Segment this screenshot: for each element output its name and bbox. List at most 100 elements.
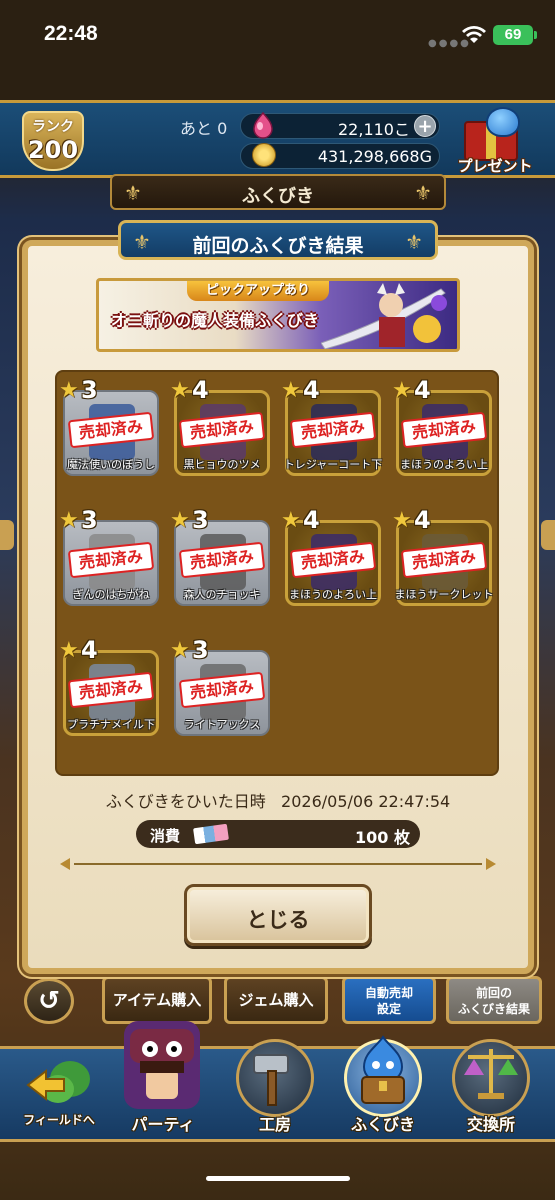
nav-exchange-label: 交換所 [466, 1115, 515, 1134]
result-item[interactable]: ★ 4 売却済み プラチナメイル下 [59, 634, 163, 752]
item-name: まほうサークレット [394, 588, 494, 601]
rank-label: ランク [32, 119, 74, 135]
dialog-title-text: 前回のふくびき結果 [192, 235, 364, 257]
auto-sell-label-1: 自動売却 [364, 986, 413, 1000]
nav-fukubiki-label: ふくびき [350, 1115, 415, 1134]
gem-buy-button[interactable]: ジェム購入 [224, 976, 328, 1024]
wifi-icon [462, 26, 486, 43]
screen-title-text: ふくびき [242, 186, 314, 207]
draw-date-label: ふくびきをひいた日時 [105, 792, 266, 811]
rank-value: 200 [27, 136, 79, 164]
item-name: まほうのよろい上 [289, 588, 377, 601]
item-star-rank: 3 [81, 506, 98, 534]
status-time: 22:48 [44, 22, 98, 45]
nav-workshop-label: 工房 [258, 1115, 291, 1134]
ticket-icon [193, 823, 229, 845]
item-name: プラチナメイル下 [67, 718, 155, 731]
item-name: トレジャーコート下 [283, 458, 383, 471]
star-icon: ★ [281, 508, 301, 533]
nav-workshop[interactable]: 工房 [222, 1039, 322, 1145]
result-item[interactable]: ★ 4 売却済み まほうのよろい上 [281, 504, 385, 622]
cost-bar: 消費 100 枚 [136, 820, 420, 848]
star-icon: ★ [392, 378, 412, 403]
result-item[interactable]: ★ 3 売却済み 森人のチョッキ [170, 504, 274, 622]
bottom-nav: フィールドへ パーティ 工房 ふくびき 交換所 [0, 1021, 555, 1145]
fleur-icon: ⚜ [414, 181, 432, 205]
result-item[interactable]: ★ 4 売却済み トレジャーコート下 [281, 374, 385, 492]
present-label: プレゼント [457, 157, 533, 175]
remaining-count: あと 0 [180, 119, 228, 138]
nav-party-label: パーティ [131, 1115, 195, 1134]
result-item[interactable]: ★ 3 売却済み 魔法使いのぼうし [59, 374, 163, 492]
auto-sell-button[interactable]: 自動売却 設定 [342, 976, 436, 1024]
draw-datetime: ふくびきをひいた日時 2026/05/06 22:47:54 [60, 788, 496, 812]
nav-fukubiki[interactable]: ふくびき [330, 1035, 430, 1145]
rank-badge[interactable]: ランク 200 [22, 111, 84, 171]
nav-party[interactable]: パーティ [110, 1021, 210, 1145]
close-button-label: とじる [246, 908, 310, 932]
next-arrow[interactable] [541, 520, 555, 550]
banner-title: オニ斬りの魔人装備ふくびき [111, 311, 320, 330]
prev-result-button[interactable]: 前回の ふくびき結果 [446, 976, 542, 1024]
nav-exchange[interactable]: 交換所 [438, 1039, 538, 1145]
fukubiki-banner: ピックアップあり オニ斬りの魔人装備ふくびき [96, 278, 460, 352]
star-icon: ★ [170, 638, 190, 663]
star-icon: ★ [281, 378, 301, 403]
result-item[interactable]: ★ 4 売却済み まほうのよろい上 [392, 374, 496, 492]
item-star-rank: 4 [414, 506, 431, 534]
item-name: 黒ヒョウのツメ [183, 458, 261, 471]
sub-button-row: ↺ アイテム購入 ジェム購入 自動売却 設定 前回の ふくびき結果 [0, 976, 555, 1040]
star-icon: ★ [170, 508, 190, 533]
party-avatar-icon [124, 1021, 200, 1109]
back-button[interactable]: ↺ [24, 978, 74, 1024]
result-item[interactable]: ★ 4 売却済み まほうサークレット [392, 504, 496, 622]
cost-label: 消費 [150, 827, 181, 845]
nav-field[interactable]: フィールドへ [6, 1049, 106, 1145]
ornament-divider [60, 858, 496, 870]
item-name: 魔法使いのぼうし [67, 458, 155, 471]
item-buy-button[interactable]: アイテム購入 [102, 976, 212, 1024]
field-arrow-icon [26, 1061, 90, 1103]
present-button[interactable]: プレゼント [446, 107, 544, 179]
close-button[interactable]: とじる [184, 884, 372, 946]
header-bar: ランク 200 あと 0 22,110こ + 431,298,668G プレゼン… [0, 100, 555, 178]
gold-coin-icon [252, 143, 276, 167]
hammer-icon [253, 1054, 289, 1106]
item-name: ライトアックス [183, 718, 261, 731]
prev-result-label-2: ふくびき結果 [457, 1002, 530, 1016]
result-item[interactable]: ★ 4 売却済み 黒ヒョウのツメ [170, 374, 274, 492]
item-star-rank: 3 [192, 636, 209, 664]
gold-value: 431,298,668G [317, 147, 432, 166]
dialog-title: ⚜ 前回のふくびき結果 ⚜ [118, 220, 438, 260]
result-item[interactable]: ★ 3 売却済み ライトアックス [170, 634, 274, 752]
gem-buy-label: ジェム購入 [238, 991, 314, 1009]
item-name: 森人のチョッキ [183, 588, 261, 601]
slime-chest-icon [361, 1035, 405, 1104]
item-star-rank: 3 [192, 506, 209, 534]
star-icon: ★ [392, 508, 412, 533]
auto-sell-label-2: 設定 [376, 1002, 401, 1016]
star-icon: ★ [59, 378, 79, 403]
prev-arrow[interactable] [0, 520, 14, 550]
banner-demon-art [321, 283, 447, 349]
star-icon: ★ [59, 638, 79, 663]
item-name: まほうのよろい上 [400, 458, 488, 471]
gem-value: 22,110こ [338, 120, 410, 139]
screen-title: ⚜ ふくびき ⚜ [110, 174, 446, 210]
item-star-rank: 4 [414, 376, 431, 404]
star-icon: ★ [59, 508, 79, 533]
fleur-icon: ⚜ [405, 230, 423, 254]
item-star-rank: 4 [192, 376, 209, 404]
add-gems-button[interactable]: + [414, 115, 436, 137]
gem-icon [253, 111, 273, 139]
nav-field-label: フィールドへ [23, 1113, 95, 1127]
item-star-rank: 4 [303, 376, 320, 404]
cost-value: 100 枚 [355, 828, 410, 847]
item-star-rank: 4 [303, 506, 320, 534]
slime-icon [486, 107, 520, 137]
item-star-rank: 3 [81, 376, 98, 404]
home-indicator [206, 1176, 350, 1181]
battery-indicator: 69 [493, 25, 537, 45]
result-item[interactable]: ★ 3 売却済み ぎんのはちがね [59, 504, 163, 622]
star-icon: ★ [170, 378, 190, 403]
